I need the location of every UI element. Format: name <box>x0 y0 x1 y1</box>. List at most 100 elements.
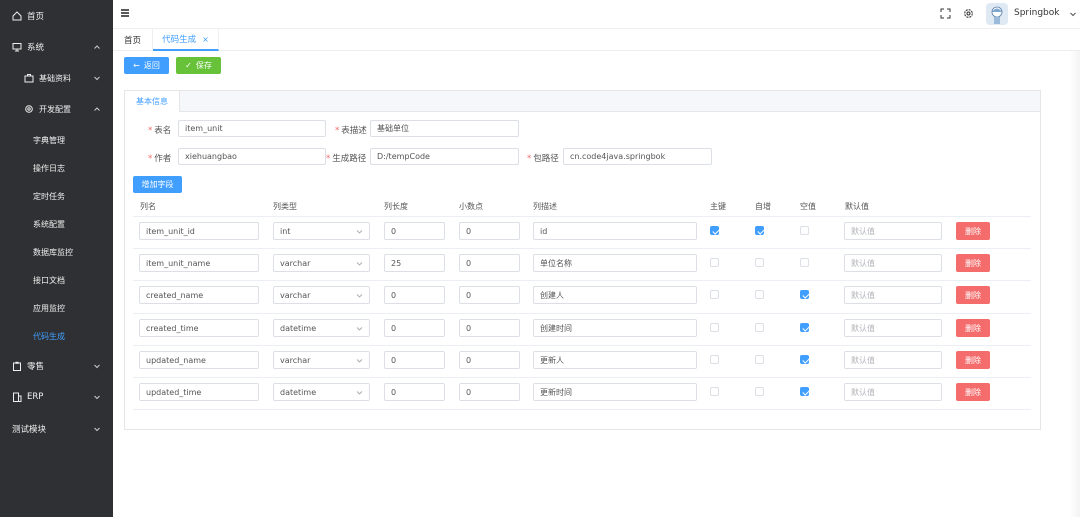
nullable-checkbox[interactable] <box>800 323 809 332</box>
pk-checkbox[interactable] <box>710 323 719 332</box>
column-desc-input[interactable]: 创建时间 <box>533 319 697 337</box>
table-name-input[interactable]: item_unit <box>178 120 326 137</box>
column-length-input[interactable]: 0 <box>384 351 445 369</box>
avatar[interactable] <box>986 3 1008 25</box>
gen-path-input[interactable]: D:/tempCode <box>370 148 519 165</box>
column-desc-input[interactable]: id <box>533 222 697 240</box>
nullable-checkbox[interactable] <box>800 355 809 364</box>
column-decimal-input[interactable]: 0 <box>459 351 520 369</box>
column-decimal-input[interactable]: 0 <box>459 383 520 401</box>
delete-row-button[interactable]: 删除 <box>956 319 990 337</box>
column-type-select[interactable]: varchar <box>273 254 370 272</box>
column-name-input[interactable]: created_time <box>139 319 259 337</box>
sidebar-item-sysconfig[interactable]: 系统配置 <box>0 213 113 235</box>
default-value-input[interactable]: 默认值 <box>844 319 942 337</box>
sidebar-item-retail[interactable]: 零售 <box>0 355 113 377</box>
close-icon[interactable]: × <box>202 35 209 44</box>
sidebar-item-jobs[interactable]: 定时任务 <box>0 185 113 207</box>
column-length-input[interactable]: 0 <box>384 222 445 240</box>
column-length-input[interactable]: 25 <box>384 254 445 272</box>
add-column-button[interactable]: 增加字段 <box>133 176 182 193</box>
nullable-checkbox[interactable] <box>800 387 809 396</box>
sidebar-item-basic-data[interactable]: 基础资料 <box>0 67 113 89</box>
column-type-select[interactable]: varchar <box>273 351 370 369</box>
column-length-input[interactable]: 0 <box>384 383 445 401</box>
column-type-select[interactable]: datetime <box>273 319 370 337</box>
chevron-down-icon[interactable] <box>1069 10 1077 18</box>
nullable-checkbox[interactable] <box>800 258 809 267</box>
column-name-input[interactable]: created_name <box>139 286 259 304</box>
gear-icon[interactable] <box>963 8 974 19</box>
delete-row-button[interactable]: 删除 <box>956 254 990 272</box>
column-name-input[interactable]: item_unit_name <box>139 254 259 272</box>
pk-checkbox[interactable] <box>710 290 719 299</box>
default-value-input[interactable]: 默认值 <box>844 222 942 240</box>
nullable-checkbox[interactable] <box>800 226 809 235</box>
delete-row-button[interactable]: 删除 <box>956 286 990 304</box>
author-input[interactable]: xiehuangbao <box>178 148 326 165</box>
auto-inc-checkbox[interactable] <box>755 226 764 235</box>
column-type-select[interactable]: int <box>273 222 370 240</box>
briefcase-icon <box>24 73 34 83</box>
column-decimal-input[interactable]: 0 <box>459 286 520 304</box>
tab-basic-info[interactable]: 基本信息 <box>125 91 180 112</box>
sidebar-item-app-monitor[interactable]: 应用监控 <box>0 297 113 319</box>
hamburger-icon[interactable] <box>120 8 130 18</box>
pkg-path-input[interactable]: cn.code4java.springbok <box>563 148 712 165</box>
column-length-input[interactable]: 0 <box>384 319 445 337</box>
auto-inc-checkbox[interactable] <box>755 387 764 396</box>
column-decimal-input[interactable]: 0 <box>459 254 520 272</box>
save-button[interactable]: ✓ 保存 <box>176 57 221 74</box>
sidebar-item-erp[interactable]: ERP <box>0 386 113 408</box>
sidebar-item-home[interactable]: 首页 <box>0 5 113 27</box>
pk-checkbox[interactable] <box>710 258 719 267</box>
default-value-input[interactable]: 默认值 <box>844 383 942 401</box>
tab-codegen[interactable]: 代码生成 × <box>153 29 219 51</box>
fullscreen-icon[interactable] <box>940 8 951 19</box>
sidebar-item-codegen[interactable]: 代码生成 <box>0 325 113 347</box>
column-desc-input[interactable]: 更新人 <box>533 351 697 369</box>
sidebar-item-test-module[interactable]: 测试模块 <box>0 418 113 440</box>
auto-inc-checkbox[interactable] <box>755 258 764 267</box>
delete-row-button[interactable]: 删除 <box>956 383 990 401</box>
auto-inc-checkbox[interactable] <box>755 355 764 364</box>
username[interactable]: Springbok <box>1014 8 1059 18</box>
default-value-input[interactable]: 默认值 <box>844 351 942 369</box>
sidebar-item-label: 开发配置 <box>39 104 71 114</box>
sidebar-item-db-monitor[interactable]: 数据库监控 <box>0 241 113 263</box>
column-desc-input[interactable]: 更新时间 <box>533 383 697 401</box>
column-decimal-input[interactable]: 0 <box>459 222 520 240</box>
column-type-select[interactable]: varchar <box>273 286 370 304</box>
sidebar-item-system[interactable]: 系统 <box>0 36 113 58</box>
delete-row-button[interactable]: 删除 <box>956 222 990 240</box>
sidebar-item-api-docs[interactable]: 接口文档 <box>0 269 113 291</box>
column-name-input[interactable]: updated_name <box>139 351 259 369</box>
column-type-select[interactable]: datetime <box>273 383 370 401</box>
column-decimal-input[interactable]: 0 <box>459 319 520 337</box>
row-divider <box>133 409 1031 410</box>
sidebar-item-dict[interactable]: 字典管理 <box>0 129 113 151</box>
delete-row-button[interactable]: 删除 <box>956 351 990 369</box>
top-header: Springbok <box>113 0 1080 29</box>
tab-home[interactable]: 首页 <box>113 29 153 51</box>
nullable-checkbox[interactable] <box>800 290 809 299</box>
column-length-input[interactable]: 0 <box>384 286 445 304</box>
column-type-value: varchar <box>280 290 311 300</box>
back-button[interactable]: ← 返回 <box>124 57 169 74</box>
column-name-input[interactable]: item_unit_id <box>139 222 259 240</box>
table-desc-input[interactable]: 基础单位 <box>370 120 519 137</box>
pk-checkbox[interactable] <box>710 226 719 235</box>
sidebar-item-oplog[interactable]: 操作日志 <box>0 157 113 179</box>
column-name-input[interactable]: updated_time <box>139 383 259 401</box>
pk-checkbox[interactable] <box>710 387 719 396</box>
column-desc-input[interactable]: 单位名称 <box>533 254 697 272</box>
clipboard-icon <box>12 361 22 371</box>
column-desc-input[interactable]: 创建人 <box>533 286 697 304</box>
default-value-input[interactable]: 默认值 <box>844 254 942 272</box>
sidebar-item-dev-config[interactable]: 开发配置 <box>0 98 113 120</box>
auto-inc-checkbox[interactable] <box>755 290 764 299</box>
pk-checkbox[interactable] <box>710 355 719 364</box>
chevron-down-icon <box>356 389 363 396</box>
auto-inc-checkbox[interactable] <box>755 323 764 332</box>
default-value-input[interactable]: 默认值 <box>844 286 942 304</box>
